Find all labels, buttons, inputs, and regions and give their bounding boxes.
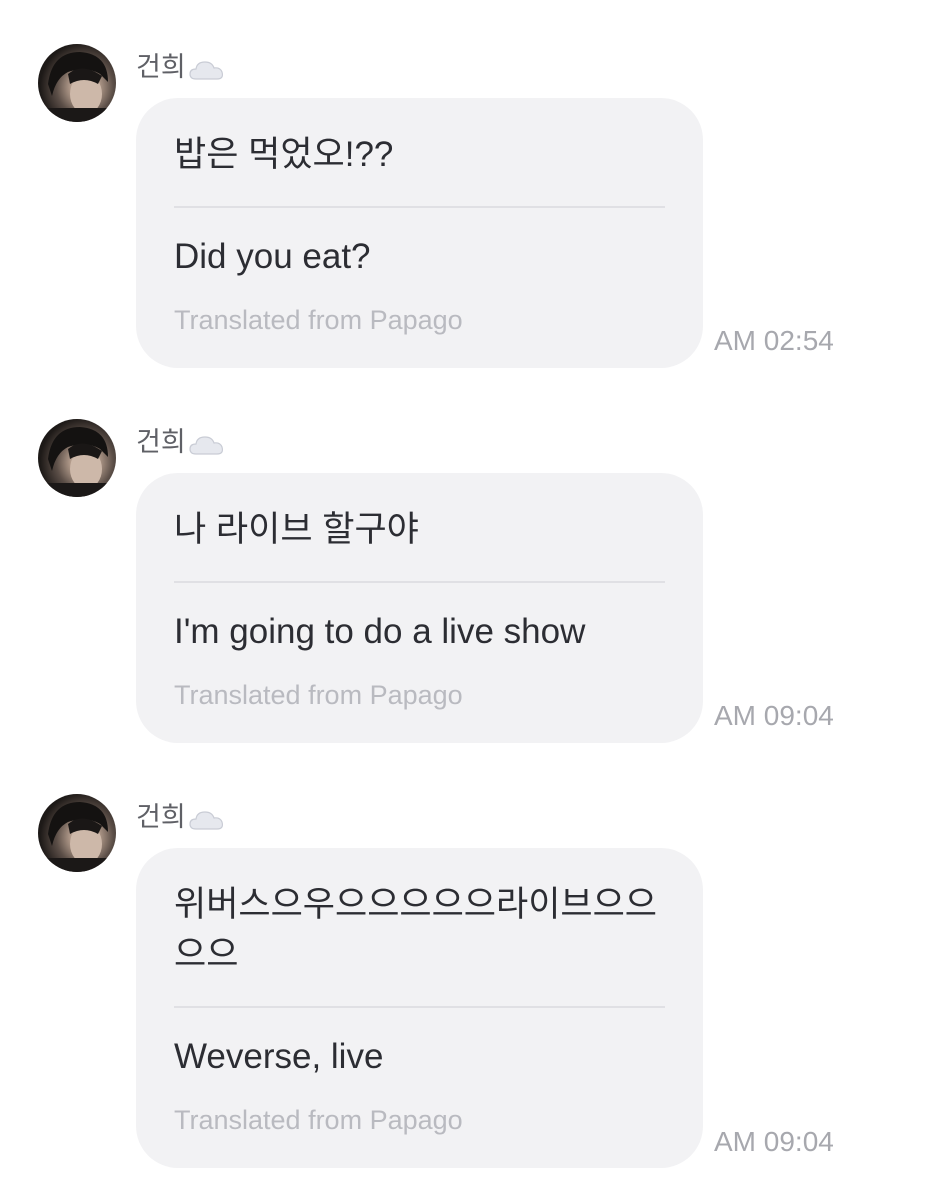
translation-source: Translated from Papago: [174, 1105, 463, 1135]
translated-text: Did you eat?: [174, 237, 371, 276]
sender-name-text: 건희: [136, 427, 186, 457]
translation-source: Translated from Papago: [174, 305, 463, 335]
message-bubble[interactable]: 밥은 먹었오!?? Did you eat? Translated from P…: [136, 98, 703, 368]
timestamp: AM 02:54: [714, 325, 834, 356]
avatar[interactable]: [38, 794, 116, 872]
cloud-icon: [188, 430, 226, 455]
original-text: 위버스으우으으으으으라이브으으으으: [174, 848, 665, 1008]
sender-name: 건희: [136, 49, 226, 85]
timestamp: AM 09:04: [714, 1126, 834, 1157]
message-bubble[interactable]: 나 라이브 할구야 I'm going to do a live show Tr…: [136, 473, 703, 743]
sender-name-text: 건희: [136, 802, 186, 832]
sender-name: 건희: [136, 799, 226, 835]
translated-text: I'm going to do a live show: [174, 612, 586, 651]
translation-source: Translated from Papago: [174, 680, 463, 710]
original-text: 밥은 먹었오!??: [174, 98, 665, 208]
original-text: 나 라이브 할구야: [174, 473, 665, 583]
translated-text: Weverse, live: [174, 1037, 384, 1076]
sender-name-text: 건희: [136, 52, 186, 82]
cloud-icon: [188, 805, 226, 830]
sender-name: 건희: [136, 424, 226, 460]
timestamp: AM 09:04: [714, 700, 834, 731]
message-bubble[interactable]: 위버스으우으으으으으라이브으으으으 Weverse, live Translat…: [136, 848, 703, 1168]
avatar[interactable]: [38, 44, 116, 122]
chat-thread: 건희 밥은 먹었오!?? Did you eat? Translated fro…: [0, 0, 948, 1200]
cloud-icon: [188, 55, 226, 80]
avatar[interactable]: [38, 419, 116, 497]
